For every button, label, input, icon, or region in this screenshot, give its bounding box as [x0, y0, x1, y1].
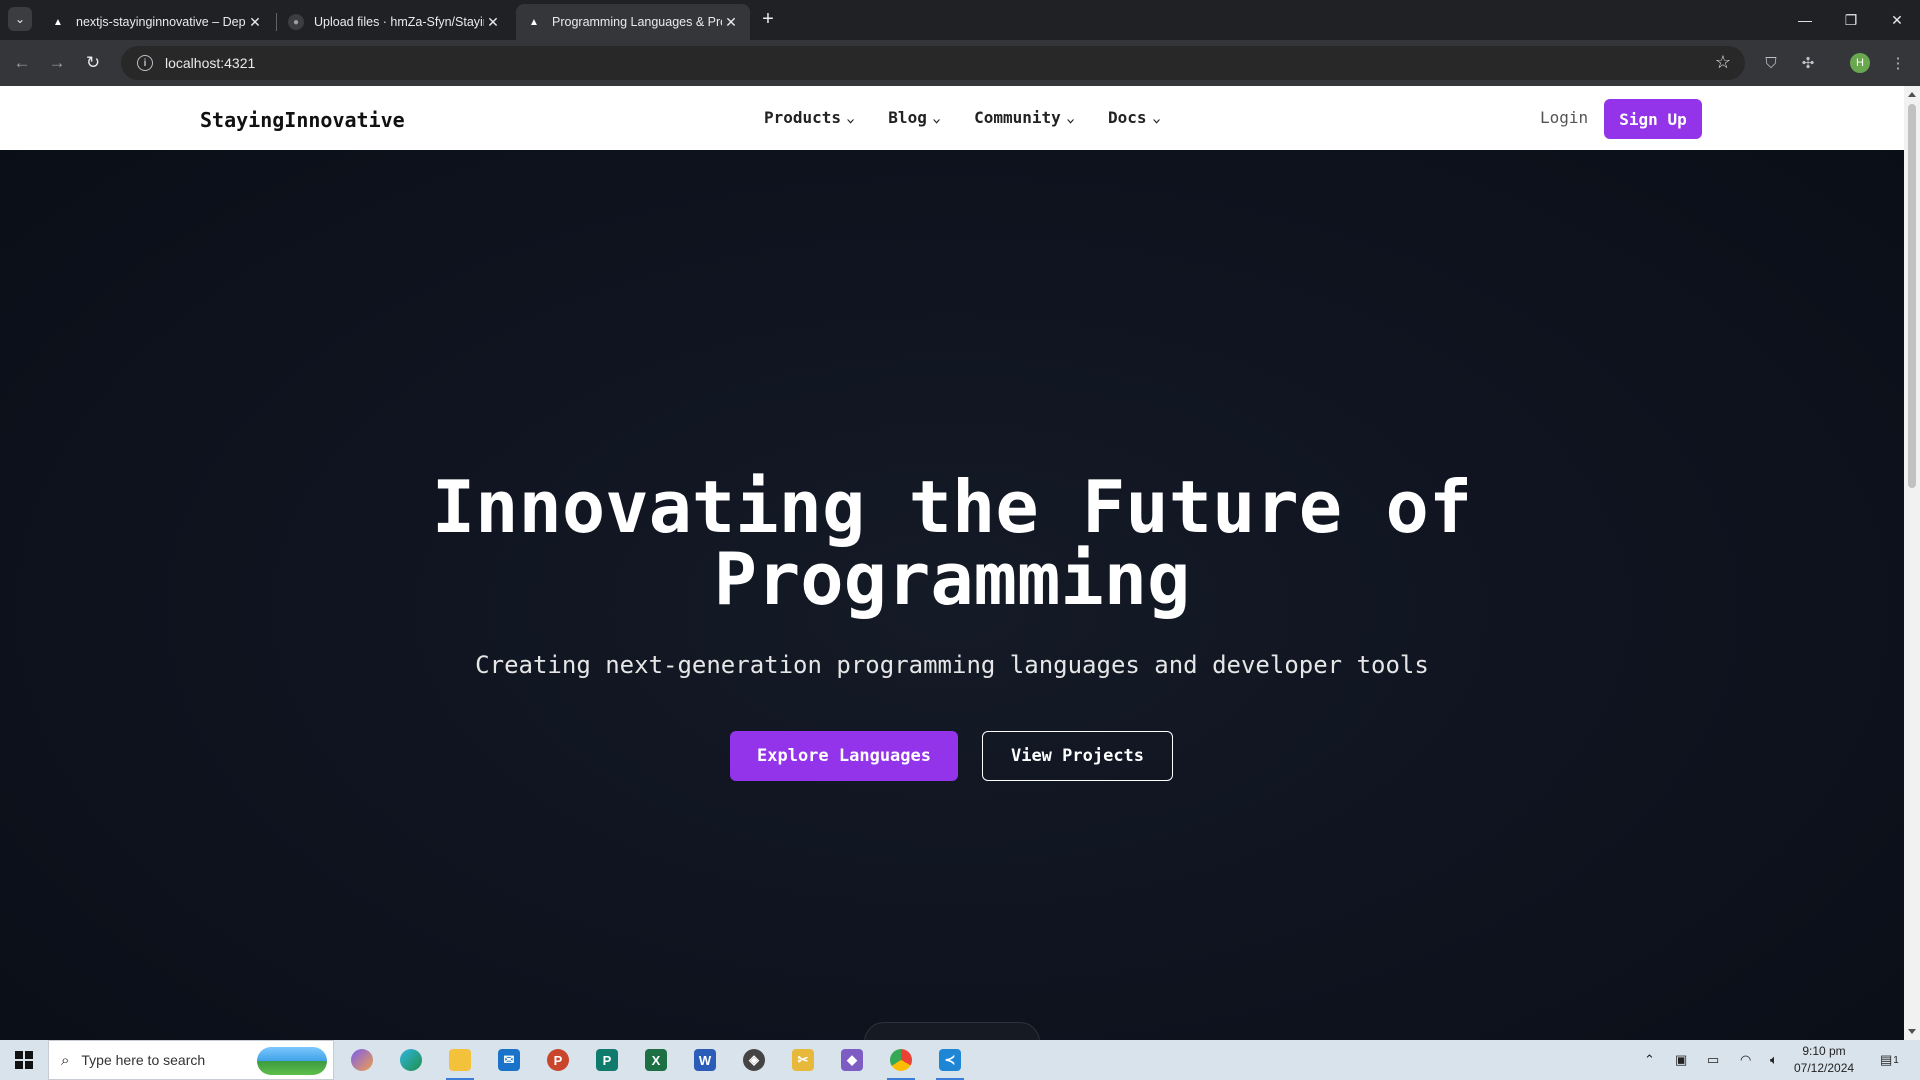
scroll-down-icon[interactable] [1908, 1029, 1916, 1034]
meet-now-icon[interactable]: ▣ [1675, 1040, 1687, 1080]
site-info-icon[interactable]: i [137, 55, 153, 71]
nav-community[interactable]: Community ⌄ [974, 108, 1076, 127]
nav-label: Blog [888, 108, 927, 127]
explore-languages-button[interactable]: Explore Languages [730, 731, 958, 781]
page-viewport: StayingInnovative Products ⌄ Blog ⌄ Comm… [0, 86, 1904, 1040]
windows-start-icon[interactable] [0, 1040, 48, 1080]
tab-title: nextjs-stayinginnovative – Depl [76, 15, 246, 29]
show-hidden-icons-icon[interactable]: ⌃ [1644, 1040, 1655, 1080]
browser-menu-icon[interactable]: ⋮ [1886, 51, 1910, 75]
site-header: StayingInnovative Products ⌄ Blog ⌄ Comm… [0, 86, 1904, 150]
nav-label: Community [974, 108, 1061, 127]
browser-tab-strip: ⌄ ▲ nextjs-stayinginnovative – Depl ✕ ● … [0, 0, 1920, 40]
dev-toolbar[interactable] [864, 1022, 1040, 1040]
close-tab-icon[interactable]: ✕ [484, 14, 502, 31]
clock-time: 9:10 pm [1802, 1044, 1846, 1058]
mail-icon[interactable]: ✉ [493, 1044, 525, 1076]
tab-title: Programming Languages & Pro [552, 15, 722, 29]
visual-studio-icon[interactable]: ◆ [836, 1044, 868, 1076]
excel-icon[interactable]: X [640, 1044, 672, 1076]
wifi-icon[interactable]: ◠ [1740, 1040, 1751, 1080]
shield-extension-icon[interactable]: ⛉ [1759, 51, 1783, 75]
chevron-down-icon: ⌄ [845, 110, 856, 125]
profile-avatar[interactable]: H [1850, 53, 1870, 73]
tab-title: Upload files · hmZa-Sfyn/Stayin [314, 15, 484, 29]
chevron-down-icon: ⌄ [1151, 110, 1161, 125]
bookmark-star-icon[interactable]: ☆ [1715, 52, 1731, 73]
taskbar-search-input[interactable]: ⌕ Type here to search [48, 1040, 334, 1080]
chrome-icon[interactable] [885, 1044, 917, 1080]
minimize-icon[interactable]: — [1782, 0, 1828, 40]
vscode-icon[interactable]: ≺ [934, 1044, 966, 1080]
close-tab-icon[interactable]: ✕ [722, 14, 740, 31]
site-favicon-icon: ▲ [529, 16, 539, 28]
new-tab-icon[interactable]: + [756, 8, 780, 32]
browser-tab-active[interactable]: ▲ Programming Languages & Pro ✕ [516, 4, 750, 40]
tab-search-icon[interactable]: ⌄ [8, 7, 32, 31]
browser-tab-vercel[interactable]: ▲ nextjs-stayinginnovative – Depl ✕ [40, 4, 274, 40]
back-icon[interactable]: ← [8, 49, 36, 77]
reload-icon[interactable]: ↻ [79, 49, 107, 77]
address-bar[interactable]: i localhost:4321 ☆ [121, 46, 1745, 80]
login-link[interactable]: Login [1540, 108, 1588, 127]
forward-icon[interactable]: → [43, 49, 71, 77]
powerpoint-icon[interactable]: P [542, 1044, 574, 1076]
windows-taskbar: ⌕ Type here to search ✉ P P X W ◈ ✂ ◆ ≺ … [0, 1040, 1920, 1080]
notification-badge-icon: ▤ [1880, 1052, 1893, 1067]
browser-tab-github[interactable]: ● Upload files · hmZa-Sfyn/Stayin ✕ [278, 4, 512, 40]
hero-title: Innovating the Future of Programming [0, 471, 1904, 615]
url-text: localhost:4321 [165, 55, 256, 71]
site-logo[interactable]: StayingInnovative [200, 108, 405, 132]
edge-icon[interactable] [395, 1044, 427, 1076]
hero-subtitle: Creating next-generation programming lan… [475, 651, 1429, 679]
github-icon: ● [288, 14, 304, 30]
signup-button[interactable]: Sign Up [1604, 99, 1702, 139]
taskbar-clock[interactable]: 9:10 pm 07/12/2024 [1794, 1043, 1854, 1077]
word-icon[interactable]: W [689, 1044, 721, 1076]
nav-label: Products [764, 108, 842, 127]
scrollbar-thumb[interactable] [1908, 104, 1916, 488]
copilot-icon[interactable] [346, 1044, 378, 1076]
page-scrollbar[interactable] [1904, 86, 1920, 1040]
notification-count: 1 [1893, 1054, 1899, 1066]
nav-docs[interactable]: Docs ⌄ [1108, 108, 1161, 127]
search-placeholder: Type here to search [81, 1052, 206, 1068]
nav-products[interactable]: Products ⌄ [764, 108, 856, 127]
close-window-icon[interactable]: ✕ [1874, 0, 1920, 40]
chevron-down-icon: ⌄ [931, 110, 942, 125]
tab-divider [276, 13, 277, 31]
nav-blog[interactable]: Blog ⌄ [888, 108, 942, 127]
close-tab-icon[interactable]: ✕ [246, 14, 264, 31]
clock-date: 07/12/2024 [1794, 1061, 1855, 1075]
unity-icon[interactable]: ◈ [738, 1044, 770, 1076]
file-explorer-icon[interactable] [444, 1044, 476, 1080]
scroll-up-icon[interactable] [1908, 92, 1916, 97]
vercel-icon: ▲ [53, 16, 63, 28]
restore-icon[interactable]: ❐ [1828, 0, 1874, 40]
main-nav: Products ⌄ Blog ⌄ Community ⌄ Docs ⌄ [764, 108, 1194, 127]
nav-label: Docs [1108, 108, 1147, 127]
chevron-down-icon: ⌄ [1065, 110, 1076, 125]
browser-toolbar: ← → ↻ i localhost:4321 ☆ ⛉ ✣ H ⋮ [0, 40, 1920, 86]
hero-title-line2: Programming [713, 537, 1191, 621]
extensions-puzzle-icon[interactable]: ✣ [1796, 51, 1820, 75]
view-projects-button[interactable]: View Projects [982, 731, 1173, 781]
snipping-tool-icon[interactable]: ✂ [787, 1044, 819, 1076]
volume-icon[interactable]: 🔈︎ [1770, 1040, 1778, 1080]
publisher-icon[interactable]: P [591, 1044, 623, 1076]
search-highlight-image [257, 1047, 327, 1075]
battery-icon[interactable]: ▭ [1707, 1040, 1719, 1080]
notifications-icon[interactable]: ▤ 1 [1880, 1040, 1899, 1080]
search-icon: ⌕ [61, 1051, 70, 1069]
